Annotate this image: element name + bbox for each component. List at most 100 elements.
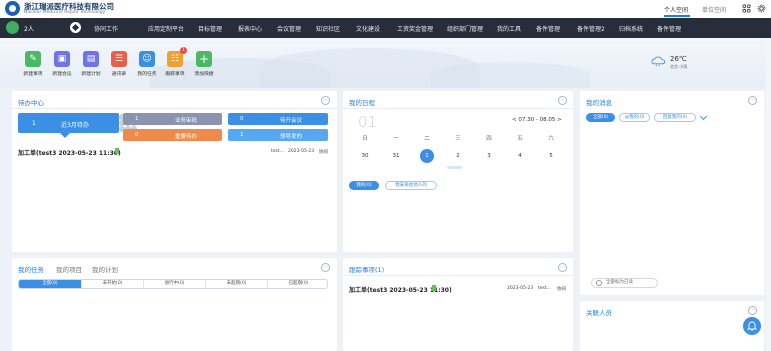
segment-not-overdue[interactable]: 未超期(0) <box>205 280 267 288</box>
filter-mine-button[interactable]: 我的(0) <box>349 181 379 190</box>
segment-not-started[interactable]: 未开始(0) <box>81 280 143 288</box>
nav-item-goals[interactable]: 目标管理 <box>198 24 222 33</box>
panel-divider <box>343 275 573 276</box>
nav-item-org[interactable]: 组织部门管理 <box>447 24 483 33</box>
card-important-todo[interactable]: 0 重要待办 <box>123 129 222 141</box>
contacts-icon: ☰ <box>111 51 127 67</box>
notification-badge: 1 <box>180 47 187 54</box>
online-user-count[interactable]: 2人 <box>24 24 34 33</box>
check-circle-icon <box>596 280 602 286</box>
nav-item-app-platform[interactable]: 应用定制平台 <box>148 24 184 33</box>
card-business-approval[interactable]: 1 业务审批 <box>123 113 222 125</box>
main-navbar: 2人 协同工作 应用定制平台 目标管理 报表中心 会议管理 知识社区 文化建设 … <box>0 18 771 38</box>
quick-action-label: 新建计划 <box>81 72 101 77</box>
segment-overdue[interactable]: 已超期(0) <box>267 280 327 288</box>
segment-all[interactable]: 全部(0) <box>19 280 81 288</box>
bell-icon <box>747 321 757 331</box>
quick-action-contacts[interactable]: ☰ 通讯录 <box>104 51 134 77</box>
tracking-item-title[interactable]: 加工单(test3 2023-05-23 11:30) <box>349 285 452 294</box>
more-options-icon[interactable]: ··· <box>321 263 330 272</box>
card-label: 重要待办 <box>175 134 198 140</box>
filter-all-button[interactable]: 全部(0) <box>586 113 615 122</box>
todo-center-panel: 待办中心 ··· 1 近3月待办 1 业务审批 0 待开会议 0 重要待办 1 … <box>12 91 337 252</box>
quick-action-my-task[interactable]: ☺ 我的任务 <box>132 51 162 77</box>
quick-action-new-item[interactable]: ✎ 新建事项 <box>18 51 48 77</box>
my-tasks-panel: 我的任务 我的项目 我的计划 ··· 全部(0) 未开始(0) 进行中(0) 未… <box>12 258 337 351</box>
calendar-expand-handle[interactable] <box>447 166 462 169</box>
recent-todo-card[interactable]: 1 近3月待办 <box>18 113 119 138</box>
tab-personal-space[interactable]: 个人空间 <box>664 5 688 14</box>
page-scrollbar[interactable] <box>766 38 771 351</box>
nav-home-icon[interactable] <box>70 22 81 33</box>
nav-item-knowledge[interactable]: 知识社区 <box>316 24 340 33</box>
nav-item-parts[interactable]: 备件管理 <box>536 24 560 33</box>
card-count: 1 <box>135 116 139 122</box>
cloud-rain-icon <box>651 56 666 67</box>
card-label: 近3月待办 <box>61 122 89 129</box>
card-pending-meetings[interactable]: 0 待开会议 <box>228 113 328 125</box>
calendar-day[interactable]: 30 <box>358 149 372 163</box>
nav-item-archive[interactable]: 归档系统 <box>619 24 643 33</box>
settings-gear-icon[interactable] <box>757 4 766 13</box>
panel-title: 我的日程 <box>349 99 375 107</box>
floating-notification-button[interactable] <box>743 317 761 335</box>
my-messages-panel: 我的消息 ··· 全部(0) @我的(0) 回复我的(0) 全部标为已读 <box>580 91 764 295</box>
nav-item-parts2[interactable]: 备件管理2 <box>577 24 605 33</box>
filter-mentions-button[interactable]: @我的(0) <box>619 113 650 122</box>
more-options-icon[interactable]: ··· <box>558 96 567 105</box>
panel-title: 我的消息 <box>586 99 612 107</box>
nav-item-salary[interactable]: 工资奖金管理 <box>397 24 433 33</box>
quick-action-track-item[interactable]: ☷ 1 跟踪事项 <box>160 47 190 77</box>
nav-item-reports[interactable]: 报表中心 <box>238 24 262 33</box>
calendar-day[interactable]: 3 <box>482 149 496 163</box>
quick-action-label: 我的任务 <box>137 72 157 77</box>
new-plan-icon: ▤ <box>83 51 99 67</box>
calendar-day-today[interactable]: 1 <box>420 149 434 163</box>
tab-my-tasks[interactable]: 我的任务 <box>18 264 44 274</box>
segment-in-progress[interactable]: 进行中(0) <box>143 280 205 288</box>
user-avatar[interactable] <box>6 21 19 34</box>
calendar-day[interactable]: 5 <box>544 149 558 163</box>
card-count: 1 <box>32 120 36 127</box>
week-range-switcher[interactable]: < 07.30 - 08.05 > <box>512 117 562 123</box>
mark-all-read-button[interactable]: 全部标为已读 <box>591 278 658 288</box>
weather-temperature: 26℃ <box>670 55 687 63</box>
nav-item-collab[interactable]: 协同工作 <box>94 24 118 33</box>
panel-divider <box>12 108 337 109</box>
banner-mountain <box>430 62 590 88</box>
active-tab-indicator <box>664 15 690 17</box>
todo-item-user: test... <box>271 149 284 154</box>
more-options-icon[interactable]: ··· <box>321 96 330 105</box>
more-options-icon[interactable]: ··· <box>748 96 757 105</box>
tab-my-projects[interactable]: 我的项目 <box>56 264 82 274</box>
nav-item-culture[interactable]: 文化建设 <box>356 24 380 33</box>
apps-grid-icon[interactable] <box>742 4 751 13</box>
filter-replies-button[interactable]: 回复我的(0) <box>654 113 696 122</box>
nav-item-my-tools[interactable]: 我的工具 <box>497 24 521 33</box>
more-options-icon[interactable]: ··· <box>558 263 567 272</box>
card-label: 业务审批 <box>175 118 198 124</box>
chevron-down-icon[interactable] <box>699 112 708 121</box>
card-from-leader[interactable]: 1 领导发的 <box>228 129 328 141</box>
card-label: 待开会议 <box>280 118 303 124</box>
calendar-day[interactable]: 2 <box>451 149 465 163</box>
quick-action-new-meeting[interactable]: ▣ 新建会议 <box>47 51 77 77</box>
panel-title: 关联人员 <box>586 309 612 317</box>
quick-action-add-shortcut[interactable]: + 添加快捷 <box>189 51 219 77</box>
quick-action-new-plan[interactable]: ▤ 新建计划 <box>76 51 106 77</box>
document-icon <box>115 148 119 154</box>
tab-unit-space[interactable]: 单位空间 <box>702 5 726 14</box>
panel-title: 待办中心 <box>18 99 44 107</box>
nav-item-meetings[interactable]: 会议管理 <box>277 24 301 33</box>
more-options-icon[interactable]: ··· <box>748 306 757 315</box>
todo-item-title[interactable]: 加工单(test3 2023-05-23 11:30) <box>18 148 121 157</box>
tab-my-plans[interactable]: 我的计划 <box>92 264 118 274</box>
tracking-item-user: test... <box>538 286 551 291</box>
nav-item-parts3[interactable]: 备件管理 <box>657 24 681 33</box>
card-count: 0 <box>240 116 244 122</box>
calendar-day[interactable]: 31 <box>389 149 403 163</box>
mark-all-read-label: 全部标为已读 <box>606 280 633 285</box>
card-pointer <box>60 133 70 138</box>
filter-assigned-button[interactable]: 我安排给他人的 <box>385 181 437 190</box>
calendar-day[interactable]: 4 <box>513 149 527 163</box>
